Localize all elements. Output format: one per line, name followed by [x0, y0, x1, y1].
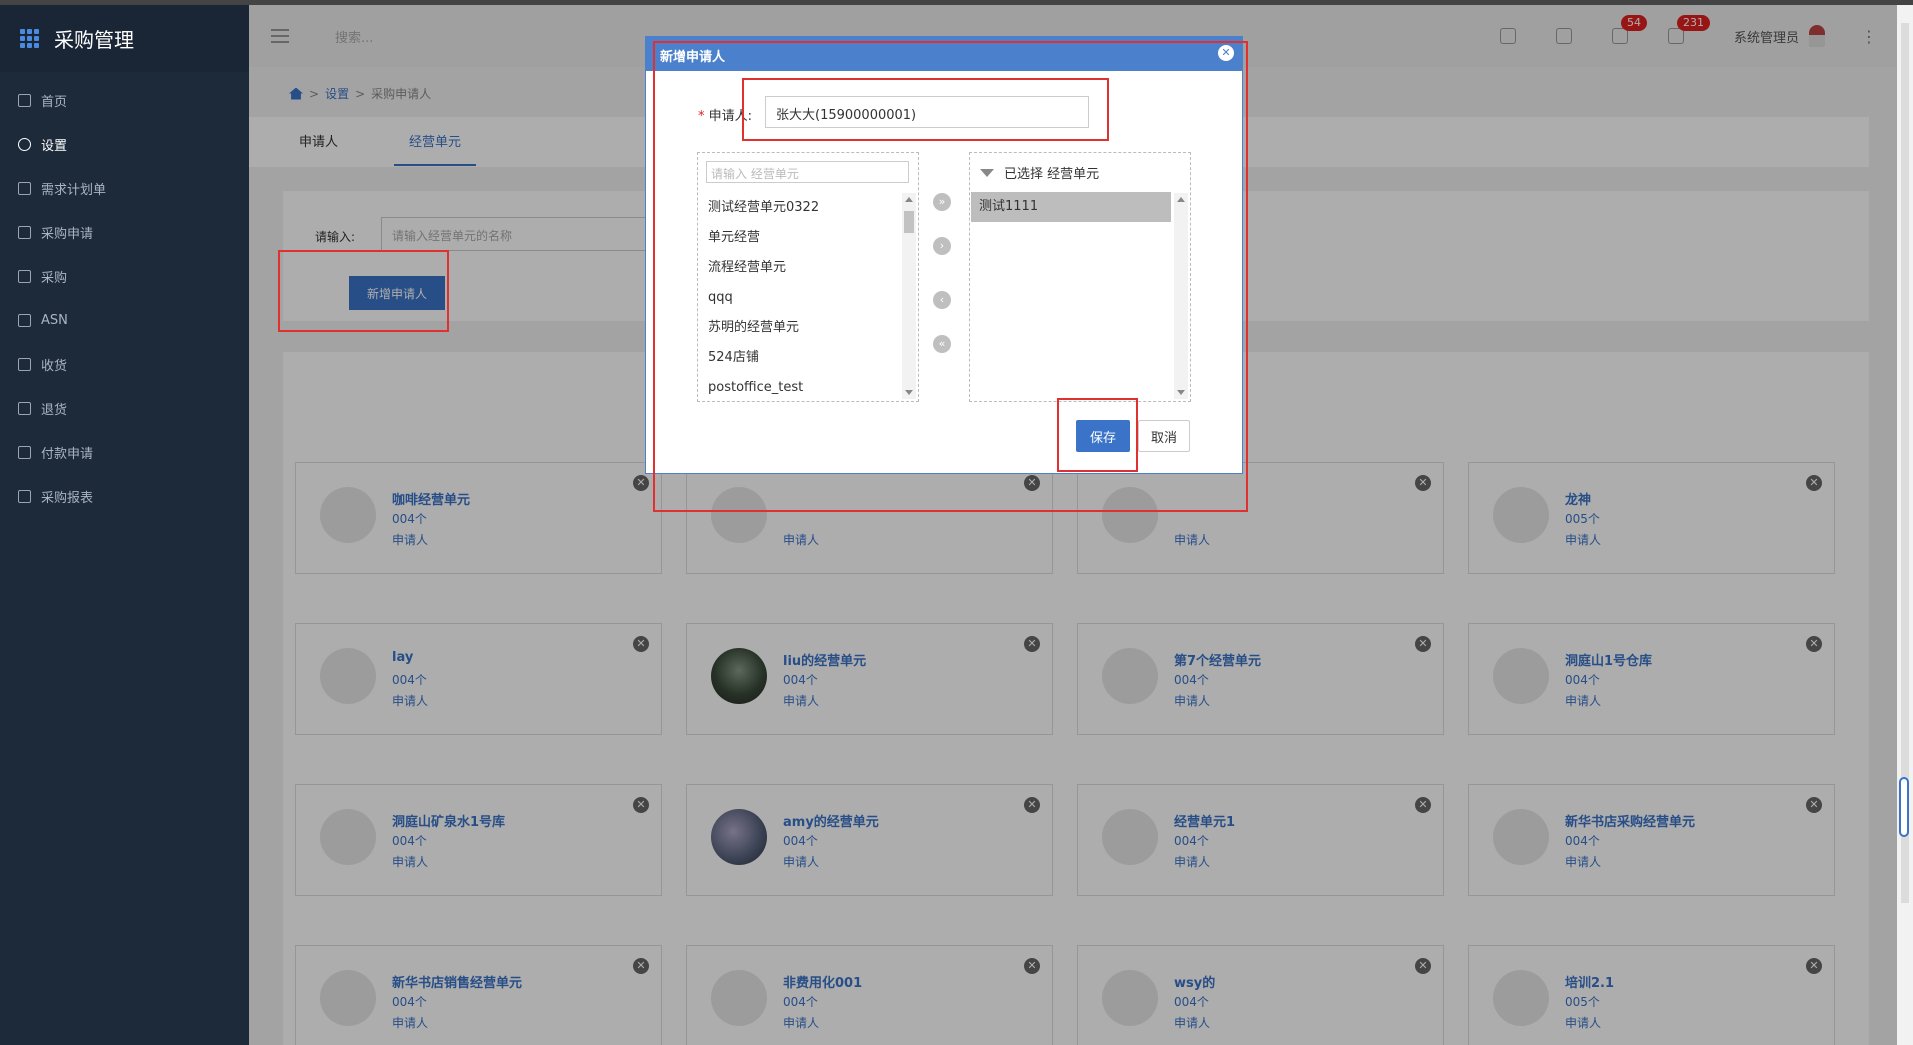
highlight-save-button [1057, 398, 1138, 472]
sidebar-item-label: 采购报表 [41, 490, 94, 506]
inbox-icon [18, 357, 31, 371]
truck-icon [18, 313, 31, 327]
sidebar-item-label: 采购 [41, 270, 68, 286]
sidebar-item-label: ASN [41, 312, 68, 328]
sidebar-item-purchase[interactable]: 采购 [0, 254, 249, 298]
scroll-track [1901, 23, 1909, 903]
sidebar-item-label: 收货 [41, 358, 68, 374]
receipt-icon [18, 445, 31, 459]
sidebar-menu: 首页 设置 需求计划单 采购申请 采购 ASN 收货 退货 付款申请 采购报表 [0, 78, 249, 518]
highlight-add-button [278, 250, 449, 332]
gear-icon [18, 137, 31, 151]
sidebar-item-asn[interactable]: ASN [0, 298, 249, 342]
sidebar-item-label: 采购申请 [41, 226, 94, 242]
sidebar-item-settings[interactable]: 设置 [0, 122, 249, 166]
sidebar-item-label: 退货 [41, 402, 68, 418]
sidebar-item-purchase-report[interactable]: 采购报表 [0, 474, 249, 518]
app-title: 采购管理 [54, 28, 134, 52]
sidebar-item-payment-request[interactable]: 付款申请 [0, 430, 249, 474]
list-icon [18, 269, 31, 283]
home-icon [18, 93, 31, 107]
sidebar: 采购管理 首页 设置 需求计划单 采购申请 采购 ASN 收货 退货 付款申请 … [0, 5, 249, 1045]
brand: 采购管理 [0, 5, 249, 72]
exit-icon [18, 401, 31, 415]
sidebar-item-receiving[interactable]: 收货 [0, 342, 249, 386]
sidebar-item-label: 设置 [41, 138, 68, 154]
scroll-thumb[interactable] [1899, 777, 1909, 837]
bar-chart-icon [18, 489, 31, 503]
page-scrollbar[interactable] [1897, 5, 1913, 1045]
highlight-applicant-field [742, 78, 1109, 141]
sidebar-item-return[interactable]: 退货 [0, 386, 249, 430]
sidebar-item-home[interactable]: 首页 [0, 78, 249, 122]
sidebar-item-label: 首页 [41, 94, 68, 110]
sidebar-item-demand-plan[interactable]: 需求计划单 [0, 166, 249, 210]
sidebar-item-label: 付款申请 [41, 446, 94, 462]
apps-grid-icon[interactable] [20, 28, 40, 49]
document-icon [18, 181, 31, 195]
sidebar-item-purchase-request[interactable]: 采购申请 [0, 210, 249, 254]
sidebar-item-label: 需求计划单 [41, 182, 107, 198]
clipboard-icon [18, 225, 31, 239]
